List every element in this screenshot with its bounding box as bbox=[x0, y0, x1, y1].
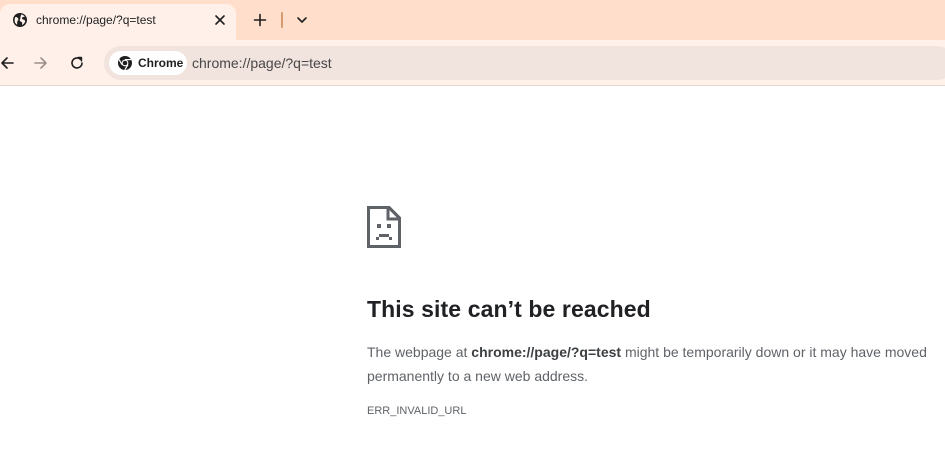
error-description: The webpage at chrome://page/?q=test mig… bbox=[367, 340, 942, 388]
chrome-logo-icon bbox=[117, 55, 133, 71]
close-icon[interactable] bbox=[211, 11, 229, 29]
back-button[interactable] bbox=[0, 52, 18, 74]
reload-button[interactable] bbox=[66, 52, 88, 74]
chip-label: Chrome bbox=[138, 56, 184, 70]
error-page: This site can’t be reached The webpage a… bbox=[0, 87, 945, 459]
plus-icon bbox=[253, 13, 267, 27]
tab-active[interactable]: chrome://page/?q=test bbox=[0, 4, 236, 40]
globe-icon bbox=[12, 12, 28, 28]
new-tab-button[interactable] bbox=[249, 9, 271, 31]
arrow-right-icon bbox=[34, 57, 47, 69]
error-heading: This site can’t be reached bbox=[367, 296, 651, 322]
tab-strip: chrome://page/?q=test bbox=[0, 0, 945, 40]
error-code: ERR_INVALID_URL bbox=[367, 405, 467, 417]
sad-page-icon bbox=[367, 206, 401, 248]
reload-icon bbox=[71, 56, 83, 69]
error-url: chrome://page/?q=test bbox=[471, 344, 622, 360]
toolbar: Chrome chrome://page/?q=test bbox=[0, 40, 945, 86]
chevron-down-icon bbox=[297, 17, 307, 23]
tab-search-button[interactable] bbox=[291, 9, 313, 31]
error-body-prefix: The webpage at bbox=[367, 344, 472, 360]
site-info-chip[interactable]: Chrome bbox=[109, 51, 187, 75]
tab-title: chrome://page/?q=test bbox=[36, 13, 156, 27]
forward-button[interactable] bbox=[30, 52, 52, 74]
address-bar[interactable]: Chrome chrome://page/?q=test bbox=[104, 46, 945, 80]
url-text[interactable]: chrome://page/?q=test bbox=[192, 55, 332, 71]
arrow-left-icon bbox=[1, 57, 14, 69]
tab-divider bbox=[281, 12, 283, 28]
